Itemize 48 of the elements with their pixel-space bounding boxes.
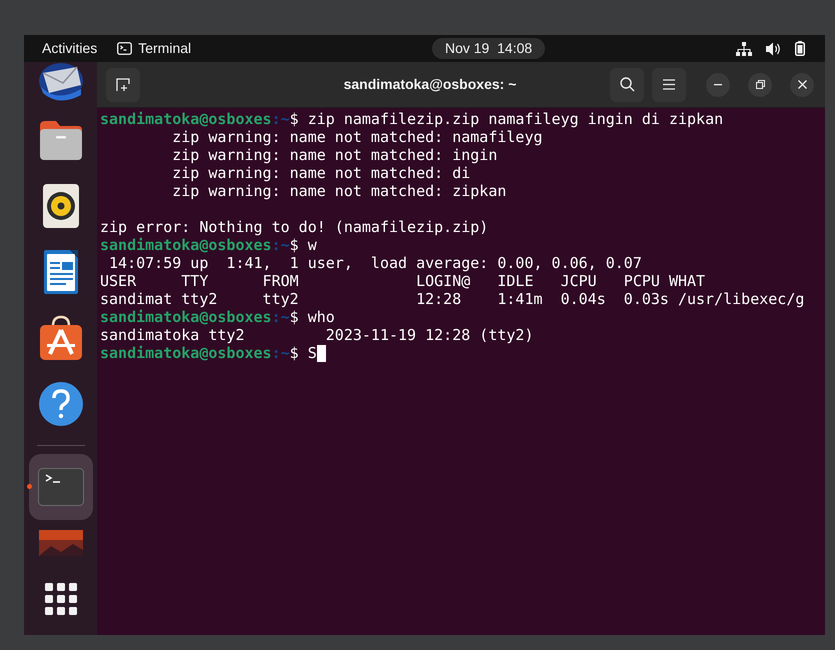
- prompt-command: $ who: [290, 308, 335, 326]
- restore-button[interactable]: [748, 72, 772, 96]
- output-line: zip warning: name not matched: ingin: [171, 146, 498, 164]
- running-indicator: [27, 484, 32, 489]
- activities-button[interactable]: Activities: [42, 38, 98, 59]
- prompt-command: $ S: [290, 344, 317, 362]
- prompt-command: $ zip namafilezip.zip namafileyg ingin di zipkan: [290, 110, 724, 128]
- new-tab-button[interactable]: [106, 68, 140, 102]
- output-line: zip warning: name not matched: zipkan: [171, 182, 506, 200]
- prompt-command: $ w: [290, 236, 317, 254]
- minimize-button[interactable]: [706, 72, 730, 96]
- window-title: sandimatoka@osboxes: ~: [344, 75, 516, 94]
- search-icon: [620, 77, 634, 92]
- prompt-path: :~: [272, 308, 290, 326]
- menu-icon: [663, 79, 675, 90]
- prompt-user: sandimatoka@osboxes: [100, 110, 272, 128]
- prompt-user: sandimatoka@osboxes: [100, 344, 272, 362]
- prompt-path: :~: [272, 236, 290, 254]
- battery-icon[interactable]: [795, 41, 805, 56]
- speaker-icon[interactable]: [42, 183, 80, 229]
- prompt-user: sandimatoka@osboxes: [100, 308, 272, 326]
- prompt-path: :~: [272, 344, 290, 362]
- close-button[interactable]: [790, 72, 814, 96]
- app-menu-label[interactable]: Terminal: [138, 38, 192, 59]
- output-line: sandimat tty2 tty2 12:28 1:41m 0.04s 0.03s /usr/libexec/g: [100, 290, 804, 308]
- output-line: zip warning: name not matched: namafileyg: [171, 128, 543, 146]
- folder-icon[interactable]: [38, 118, 84, 162]
- document-icon[interactable]: [42, 249, 80, 295]
- search-button[interactable]: [610, 68, 644, 102]
- new-tab-icon: [116, 78, 130, 92]
- app-grid-icon[interactable]: [44, 583, 76, 615]
- terminal-icon: [117, 42, 132, 55]
- menu-button[interactable]: [652, 68, 686, 102]
- minimize-icon: [714, 84, 722, 86]
- clock[interactable]: Nov 19 14:08: [432, 38, 546, 59]
- output-line: zip warning: name not matched: di: [171, 164, 470, 182]
- prompt-path: :~: [272, 110, 290, 128]
- output-line: USER TTY FROM LOGIN@ IDLE JCPU PCPU WHAT: [100, 272, 706, 290]
- volume-icon[interactable]: [766, 42, 781, 56]
- prompt-user: sandimatoka@osboxes: [100, 236, 272, 254]
- output-line: 14:07:59 up 1:41, 1 user, load average: 0.00, 0.06, 0.07: [108, 254, 642, 272]
- output-line: zip error: Nothing to do! (namafilezip.zip): [100, 218, 488, 236]
- help-icon[interactable]: [38, 381, 84, 427]
- network-icon[interactable]: [736, 42, 752, 56]
- output-line: sandimatoka tty2 2023-11-19 12:28 (tty2): [100, 326, 534, 344]
- shopping-bag-icon[interactable]: [38, 314, 84, 362]
- close-icon: [798, 80, 806, 89]
- restore-icon: [756, 80, 764, 89]
